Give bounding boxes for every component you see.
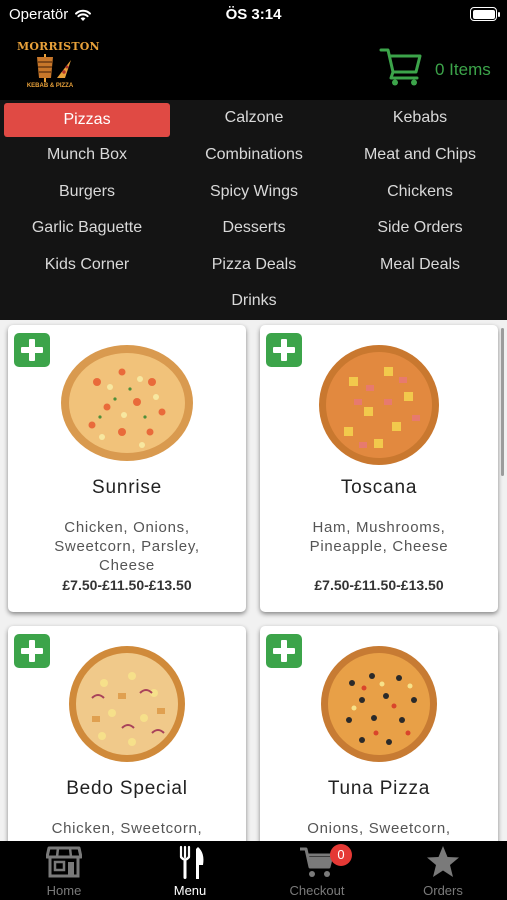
- add-to-cart-icon[interactable]: [266, 634, 302, 668]
- pizza-image: [69, 646, 185, 762]
- store-icon: [46, 846, 82, 878]
- tab-bar: Home Menu Checkout 0 Orders: [0, 841, 507, 900]
- category-desserts[interactable]: Desserts: [171, 211, 337, 245]
- product-description: Ham, Mushrooms, Pineapple, Cheese: [309, 519, 449, 555]
- product-description: Onions, Sweetcorn,: [307, 820, 451, 837]
- checkout-badge: 0: [330, 844, 352, 866]
- scrollbar[interactable]: [501, 328, 504, 476]
- shopping-cart-icon: [379, 48, 422, 86]
- product-price: £7.50-£11.50-£13.50: [62, 577, 192, 593]
- category-drinks[interactable]: Drinks: [171, 284, 337, 318]
- product-grid: Sunrise Chicken, Onions, Sweetcorn, Pars…: [0, 320, 507, 841]
- product-card[interactable]: Sunrise Chicken, Onions, Sweetcorn, Pars…: [8, 325, 246, 612]
- category-kebabs[interactable]: Kebabs: [337, 101, 503, 135]
- add-to-cart-icon[interactable]: [14, 634, 50, 668]
- add-to-cart-icon[interactable]: [266, 333, 302, 367]
- cart-item-count: 0 Items: [435, 60, 491, 79]
- category-garlic-baguette[interactable]: Garlic Baguette: [4, 211, 170, 245]
- category-chickens[interactable]: Chickens: [337, 175, 503, 209]
- product-description: Chicken, Onions, Sweetcorn, Parsley, Che…: [54, 519, 200, 574]
- product-description: Chicken, Sweetcorn,: [51, 820, 203, 837]
- tab-orders-label: Orders: [423, 883, 463, 898]
- product-card[interactable]: Tuna Pizza Onions, Sweetcorn,: [260, 626, 498, 841]
- pizza-image: [61, 345, 193, 461]
- tab-checkout[interactable]: Checkout: [254, 841, 380, 900]
- product-card[interactable]: Bedo Special Chicken, Sweetcorn,: [8, 626, 246, 841]
- cart-icon: [300, 847, 334, 877]
- category-pizzas[interactable]: Pizzas: [4, 103, 170, 137]
- tab-menu[interactable]: Menu: [127, 841, 253, 900]
- app-header: MORRISTON KEBAB & PIZZA 0 Items: [0, 30, 507, 100]
- star-icon: [427, 846, 459, 877]
- tab-orders[interactable]: Orders: [380, 841, 506, 900]
- category-meat-and-chips[interactable]: Meat and Chips: [337, 138, 503, 172]
- cart-summary[interactable]: 0 Items: [379, 44, 491, 86]
- category-meal-deals[interactable]: Meal Deals: [337, 248, 503, 282]
- kebab-pizza-logo-icon: [37, 54, 71, 82]
- product-price: £7.50-£11.50-£13.50: [314, 577, 444, 593]
- category-kids-corner[interactable]: Kids Corner: [4, 248, 170, 282]
- category-burgers[interactable]: Burgers: [4, 175, 170, 209]
- product-name: Sunrise: [91, 477, 163, 498]
- category-spicy-wings[interactable]: Spicy Wings: [171, 175, 337, 209]
- add-to-cart-icon[interactable]: [14, 333, 50, 367]
- category-munch-box[interactable]: Munch Box: [4, 138, 170, 172]
- status-bar: Operatör ÖS 3:14: [0, 0, 507, 30]
- tab-home[interactable]: Home: [1, 841, 127, 900]
- product-card[interactable]: Toscana Ham, Mushrooms, Pineapple, Chees…: [260, 325, 498, 612]
- tab-checkout-label: Checkout: [289, 883, 345, 898]
- category-calzone[interactable]: Calzone: [171, 101, 337, 135]
- tab-menu-label: Menu: [173, 883, 207, 898]
- logo-subtitle: KEBAB & PIZZA: [26, 83, 74, 89]
- fork-knife-icon: [179, 845, 204, 879]
- product-name: Toscana: [340, 477, 418, 498]
- category-pizza-deals[interactable]: Pizza Deals: [171, 248, 337, 282]
- tab-home-label: Home: [46, 883, 82, 898]
- product-name: Bedo Special: [66, 778, 188, 799]
- battery-icon: [470, 7, 500, 21]
- pizza-image: [319, 345, 439, 465]
- restaurant-logo[interactable]: MORRISTON KEBAB & PIZZA: [17, 40, 100, 96]
- category-combinations[interactable]: Combinations: [171, 138, 337, 172]
- pizza-image: [321, 646, 437, 762]
- logo-title: MORRISTON: [17, 40, 100, 53]
- clock: ÖS 3:14: [225, 6, 282, 23]
- category-menu: Pizzas Calzone Kebabs Munch Box Combinat…: [0, 100, 507, 320]
- product-name: Tuna Pizza: [327, 778, 431, 799]
- category-side-orders[interactable]: Side Orders: [337, 211, 503, 245]
